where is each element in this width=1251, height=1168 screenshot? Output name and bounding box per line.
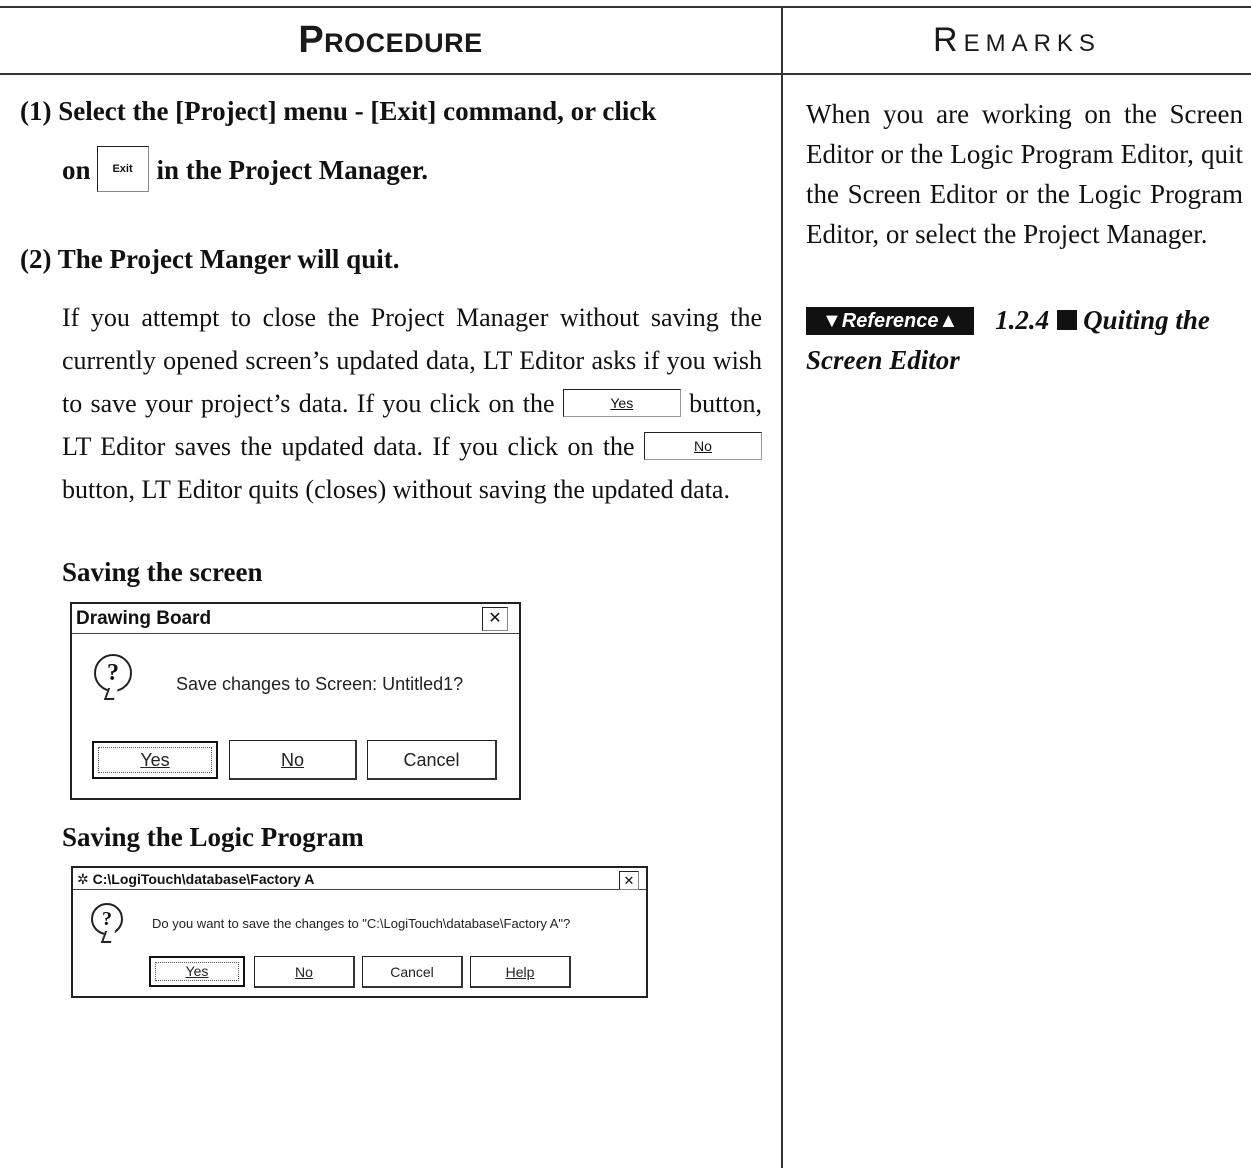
no-button-image: No: [644, 432, 762, 461]
reference-badge-text: Reference: [841, 310, 939, 332]
procedure-paragraph: If you attempt to close the Project Mana…: [62, 296, 762, 511]
column-divider: [781, 6, 783, 1168]
remarks-header: Remarks: [933, 21, 1101, 59]
cancel-button-text: Cancel: [390, 964, 434, 980]
yes-button[interactable]: Yes: [92, 741, 218, 779]
question-icon: ?: [91, 903, 123, 935]
step-1-text: (1) Select the [Project] menu - [Exit] c…: [20, 96, 657, 126]
app-icon: ✲: [77, 871, 89, 887]
yes-button-label: Yes: [610, 395, 634, 412]
step-1-line-2: on Exit in the Project Manager.: [62, 146, 428, 196]
section-title-screen: Saving the screen: [62, 557, 263, 587]
step-1-on: on: [62, 155, 91, 186]
cancel-button[interactable]: Cancel: [362, 956, 463, 988]
step-1-tail: in the Project Manager.: [156, 155, 428, 186]
procedure-header: Procedure: [298, 19, 483, 61]
yes-button[interactable]: Yes: [149, 956, 245, 987]
yes-button-image: Yes: [562, 389, 681, 418]
close-icon[interactable]: ✕: [619, 871, 639, 890]
cancel-button-text: Cancel: [403, 750, 460, 770]
help-button[interactable]: Help: [470, 956, 571, 988]
section-title-logic: Saving the Logic Program: [62, 822, 364, 852]
para-part-3: button, LT Editor quits (closes) without…: [62, 475, 730, 504]
cancel-button[interactable]: Cancel: [367, 740, 497, 780]
dialog-title-text: C:\LogiTouch\database\Factory A: [92, 871, 315, 887]
close-icon[interactable]: ✕: [482, 607, 508, 631]
no-button-text: No: [295, 964, 313, 980]
drawing-board-dialog: Drawing Board ✕ ? Save changes to Screen…: [70, 602, 521, 800]
help-button-text: Help: [505, 964, 535, 980]
no-button-label: No: [694, 438, 712, 455]
dialog-title: ✲ C:\LogiTouch\database\Factory A: [73, 868, 646, 890]
reference-number: 1.2.4: [995, 305, 1050, 335]
reference-badge: ▼Reference▲: [806, 307, 975, 335]
header-rule-bottom: [0, 73, 1251, 75]
no-button[interactable]: No: [254, 956, 355, 988]
reference-line: ▼Reference▲ 1.2.4 Quiting the Screen Edit…: [806, 300, 1246, 380]
dialog-message: Do you want to save the changes to "C:\L…: [152, 916, 571, 931]
square-bullet-icon: [1057, 310, 1078, 330]
step-2-text: (2) The Project Manger will quit.: [20, 244, 400, 274]
no-button-text: No: [280, 750, 304, 770]
dialog-message: Save changes to Screen: Untitled1?: [176, 674, 464, 694]
no-button[interactable]: No: [229, 740, 357, 780]
question-icon: ?: [94, 654, 132, 692]
logic-program-dialog: ✲ C:\LogiTouch\database\Factory A ✕ ? Do…: [71, 866, 648, 998]
dialog-title: Drawing Board: [72, 604, 519, 634]
exit-button-icon: Exit: [96, 146, 149, 192]
remarks-text: When you are working on the Screen Edito…: [806, 99, 1243, 249]
